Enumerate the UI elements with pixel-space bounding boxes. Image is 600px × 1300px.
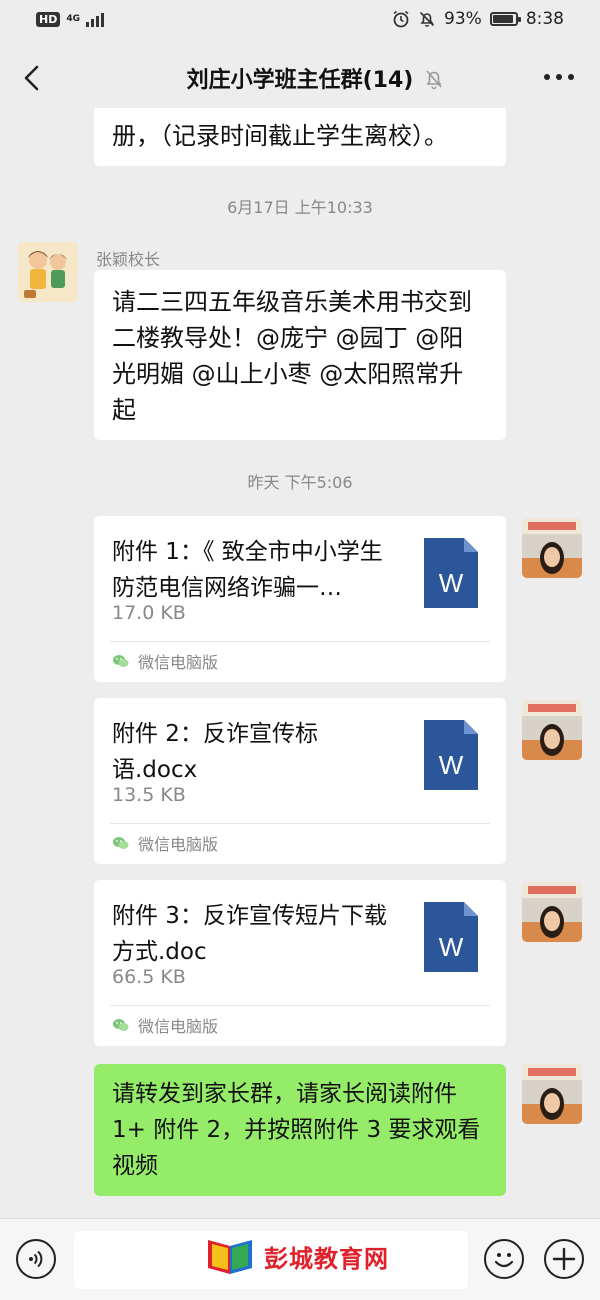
book-logo-icon xyxy=(208,1240,252,1274)
file-name: 附件 2：反诈宣传标语.docx xyxy=(112,721,318,783)
watermark: 彭城教育网 xyxy=(204,1236,389,1276)
title-bar: 刘庄小学班主任群(14) xyxy=(0,42,600,116)
file-attachment-card[interactable]: 附件 2：反诈宣传标语.docx 13.5 KB W 微信电脑版 xyxy=(94,698,506,864)
message-line: 光明媚 @山上小枣 @太阳照常升 xyxy=(112,360,464,388)
wechat-icon xyxy=(113,1019,129,1031)
svg-text:W: W xyxy=(439,932,464,962)
file-size: 13.5 KB xyxy=(112,784,186,806)
status-bar: HD 4G 93% 8:38 xyxy=(0,0,600,42)
status-right: 93% 8:38 xyxy=(392,9,564,29)
message-bubble[interactable]: 请二三四五年级音乐美术用书交到 二楼教导处！@庞宁 @园丁 @阳 光明媚 @山上… xyxy=(94,270,506,440)
timestamp: 昨天 下午5:06 xyxy=(247,473,353,492)
divider xyxy=(110,823,490,824)
chat-title: 刘庄小学班主任群(14) xyxy=(186,68,414,93)
do-not-disturb-icon xyxy=(419,11,435,27)
file-source-label: 微信电脑版 xyxy=(138,1017,219,1036)
wechat-icon xyxy=(113,837,129,849)
self-avatar[interactable] xyxy=(522,1064,582,1124)
file-source-label: 微信电脑版 xyxy=(138,653,219,672)
sender-name: 张颖校长 xyxy=(96,250,161,269)
file-attachment-card[interactable]: 附件 3：反诈宣传短片下载方式.doc 66.5 KB W 微信电脑版 xyxy=(94,880,506,1046)
svg-text:W: W xyxy=(439,750,464,780)
network-badge: 4G xyxy=(66,13,80,24)
status-left: HD 4G xyxy=(36,11,104,27)
self-avatar[interactable] xyxy=(522,882,582,942)
self-photo-icon xyxy=(522,518,582,578)
message-line: 请二三四五年级音乐美术用书交到 xyxy=(112,288,472,316)
own-message-bubble[interactable]: 请转发到家长群，请家长阅读附件 1+ 附件 2，并按照附件 3 要求观看 视频 xyxy=(94,1064,506,1196)
file-source: 微信电脑版 xyxy=(112,831,218,855)
more-dots-icon xyxy=(544,74,550,80)
self-photo-icon xyxy=(522,882,582,942)
message-line: 起 xyxy=(112,396,136,424)
file-size: 66.5 KB xyxy=(112,966,186,988)
word-document-icon: W xyxy=(424,720,478,790)
file-source: 微信电脑版 xyxy=(112,1013,218,1037)
timestamp: 6月17日 上午10:33 xyxy=(227,198,373,217)
hd-badge: HD xyxy=(36,11,61,27)
watermark-text: 彭城教育网 xyxy=(264,1244,389,1273)
emoji-button[interactable] xyxy=(484,1239,524,1279)
divider xyxy=(110,1005,490,1006)
self-photo-icon xyxy=(522,1064,582,1124)
more-functions-button[interactable] xyxy=(544,1239,584,1279)
voice-icon xyxy=(29,1250,43,1268)
file-name: 附件 1：《 致全市中小学生防范电信网络诈骗一… xyxy=(112,539,383,601)
bell-off-icon xyxy=(426,70,442,90)
more-button[interactable] xyxy=(544,74,574,80)
message-line: 二楼教导处！@庞宁 @园丁 @阳 xyxy=(112,324,464,352)
voice-button[interactable] xyxy=(16,1239,56,1279)
cartoon-kids-icon xyxy=(18,242,78,302)
file-source: 微信电脑版 xyxy=(112,649,218,673)
file-name: 附件 3：反诈宣传短片下载方式.doc xyxy=(112,903,387,965)
word-document-icon: W xyxy=(424,538,478,608)
svg-text:W: W xyxy=(439,568,464,598)
message-line: 1+ 附件 2，并按照附件 3 要求观看 xyxy=(112,1117,481,1143)
message-line: 请转发到家长群，请家长阅读附件 xyxy=(112,1081,457,1107)
emoji-icon xyxy=(494,1253,514,1268)
message-line: 视频 xyxy=(112,1153,158,1179)
sender-avatar[interactable] xyxy=(18,242,78,302)
clock: 8:38 xyxy=(525,9,564,29)
word-document-icon: W xyxy=(424,902,478,972)
battery-percent: 93% xyxy=(444,9,482,29)
previous-message-text: 册，（记录时间截止学生离校）。 xyxy=(112,122,448,150)
divider xyxy=(110,641,490,642)
self-avatar[interactable] xyxy=(522,518,582,578)
file-attachment-card[interactable]: 附件 1：《 致全市中小学生防范电信网络诈骗一… 17.0 KB W 微信电脑版 xyxy=(94,516,506,682)
battery-icon xyxy=(489,12,521,26)
file-size: 17.0 KB xyxy=(112,602,186,624)
signal-icon xyxy=(86,11,104,27)
self-avatar[interactable] xyxy=(522,700,582,760)
alarm-icon xyxy=(393,10,409,28)
plus-icon xyxy=(552,1247,576,1271)
battery-level xyxy=(492,15,513,23)
file-source-label: 微信电脑版 xyxy=(138,835,219,854)
wechat-icon xyxy=(113,655,129,667)
previous-message-tail[interactable]: 册，（记录时间截止学生离校）。 xyxy=(94,108,506,166)
self-photo-icon xyxy=(522,700,582,760)
